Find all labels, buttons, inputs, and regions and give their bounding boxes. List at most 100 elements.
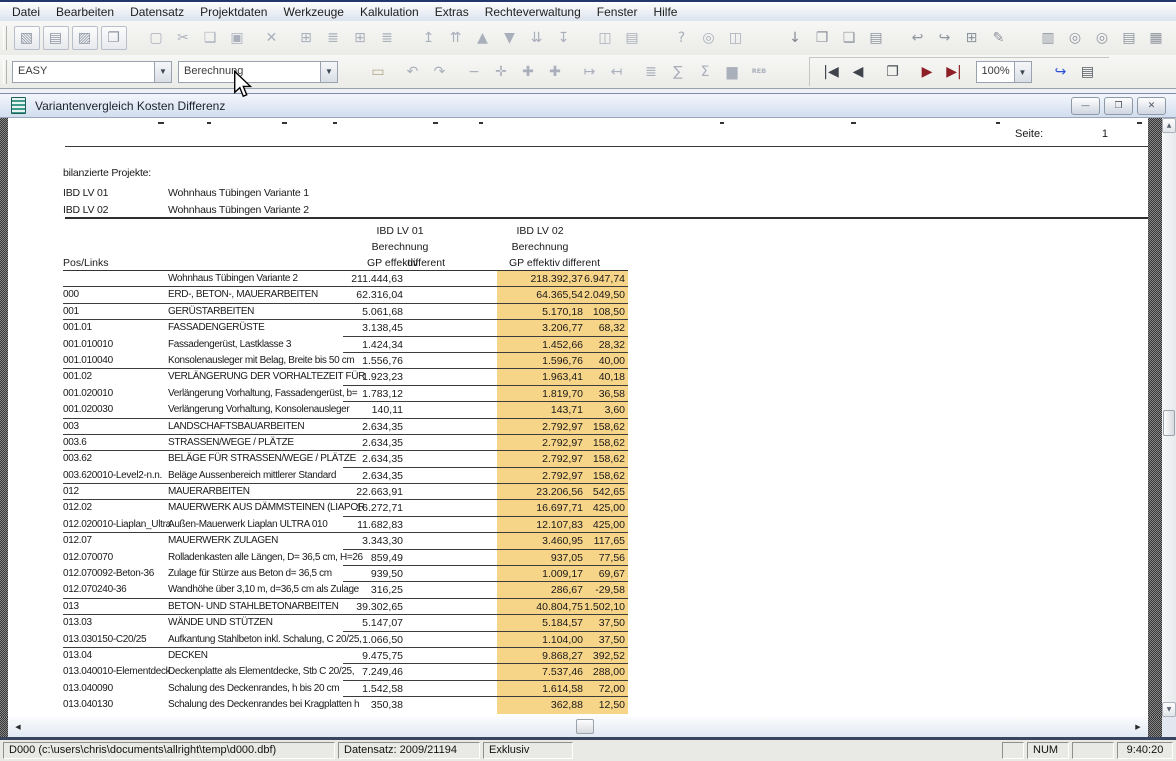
close-button[interactable]: ✕ <box>1137 97 1166 115</box>
menu-item-datensatz[interactable]: Datensatz <box>122 5 192 19</box>
corner-hatch-left <box>0 717 8 737</box>
picture-export-icon[interactable]: ▧ <box>14 26 40 50</box>
tree-structure-icon[interactable]: ≣ <box>375 27 399 49</box>
open-folder-icon[interactable]: ▭ <box>366 61 390 83</box>
sum-icon[interactable]: Σ <box>693 61 717 83</box>
zoom-combobox[interactable]: 100% ▼ <box>976 61 1032 83</box>
print-icon[interactable]: ▤ <box>620 27 644 49</box>
menu-item-kalkulation[interactable]: Kalkulation <box>352 5 427 19</box>
doc-search-icon[interactable]: ◎ <box>1063 27 1087 49</box>
row-different-lv02: 425,00 <box>545 517 625 533</box>
new-document-icon[interactable]: ▢ <box>144 27 168 49</box>
scroll-right-icon[interactable]: ▶ <box>1130 719 1146 735</box>
nav-prev-icon[interactable]: ◀ <box>846 61 870 83</box>
tree-outline-icon[interactable]: ≣ <box>321 27 345 49</box>
delete-icon[interactable]: ✕ <box>260 27 284 49</box>
insert-sub-icon[interactable]: ✚ <box>543 61 567 83</box>
project-books-icon[interactable]: ❐ <box>101 26 127 50</box>
move-last-icon[interactable]: ↧ <box>552 27 576 49</box>
column-header-diff1: different <box>385 257 445 269</box>
row-gp-effektiv-lv01: 350,38 <box>303 697 403 713</box>
window-view-icon[interactable]: ◫ <box>593 27 617 49</box>
search-icon[interactable]: ◎ <box>697 27 721 49</box>
row-pos: 001 <box>63 304 79 320</box>
picture-icon[interactable]: ▨ <box>72 26 98 50</box>
reb-icon[interactable]: REB <box>747 61 771 83</box>
help-icon[interactable]: ? <box>670 27 694 49</box>
promote-icon[interactable]: ↤ <box>605 61 629 83</box>
doc-table-icon[interactable]: ▦ <box>1144 27 1168 49</box>
copy-record-icon[interactable]: ❐ <box>881 61 905 83</box>
scroll-up-icon[interactable]: ▲ <box>1162 118 1176 133</box>
toolbar-grip[interactable] <box>3 26 7 50</box>
menu-item-extras[interactable]: Extras <box>427 5 477 19</box>
chevron-down-icon[interactable]: ▼ <box>154 62 171 82</box>
toolbar-grip-2[interactable] <box>3 60 7 84</box>
menu-item-fenster[interactable]: Fenster <box>589 5 646 19</box>
report-notes-icon[interactable]: ▤ <box>43 26 69 50</box>
insert-icon[interactable]: ✚ <box>516 61 540 83</box>
restore-button[interactable]: ❐ <box>1104 97 1133 115</box>
doc-search-2-icon[interactable]: ◎ <box>1090 27 1114 49</box>
tree-insert-above-icon[interactable]: ⊞ <box>294 27 318 49</box>
move-up-fast-icon[interactable]: ⇈ <box>444 27 468 49</box>
document-titlebar[interactable]: Variantenvergleich Kosten Differenz —❐✕ <box>0 94 1176 118</box>
zoom-combobox-value[interactable]: 100% <box>977 62 1014 82</box>
horizontal-scrollbar[interactable]: ◀ ▶ <box>8 717 1148 737</box>
row-pos: 013.030150-C20/25 <box>63 632 146 648</box>
doc-search-3-icon[interactable]: ◎ <box>1171 27 1176 49</box>
vertical-scrollbar-thumb[interactable] <box>1163 410 1175 436</box>
menu-item-hilfe[interactable]: Hilfe <box>645 5 685 19</box>
columns-icon[interactable]: ◫ <box>724 27 748 49</box>
view-combobox[interactable]: Berechnung ▼ <box>178 61 338 83</box>
cut-icon[interactable]: ✂ <box>171 27 195 49</box>
menu-item-projektdaten[interactable]: Projektdaten <box>192 5 275 19</box>
import-icon[interactable]: ↓ <box>783 27 807 49</box>
move-first-icon[interactable]: ↥ <box>417 27 441 49</box>
nav-play-icon[interactable]: ▶ <box>915 61 939 83</box>
sum-list-icon[interactable]: ∑ <box>666 61 690 83</box>
chevron-down-icon[interactable]: ▼ <box>320 62 337 82</box>
chart-icon[interactable]: ▆ <box>720 61 744 83</box>
copy-icon[interactable]: ❏ <box>198 27 222 49</box>
catalog-edit-icon[interactable]: ❏ <box>837 27 861 49</box>
tile-windows-icon[interactable]: ⊞ <box>960 27 984 49</box>
doc-check-icon[interactable]: ▥ <box>1036 27 1060 49</box>
move-down-fast-icon[interactable]: ⇊ <box>525 27 549 49</box>
print-report-icon[interactable]: ▤ <box>1076 61 1100 83</box>
row-gp-effektiv-lv01: 39.302,65 <box>303 599 403 615</box>
paste-icon[interactable]: ▣ <box>225 27 249 49</box>
row-pos: 001.010040 <box>63 353 113 369</box>
pin-icon[interactable]: ✎ <box>987 27 1011 49</box>
horizontal-scrollbar-thumb[interactable] <box>576 719 594 734</box>
menu-item-datei[interactable]: Datei <box>4 5 48 19</box>
undo-icon[interactable]: ↶ <box>401 61 425 83</box>
row-gp-effektiv-lv01: 2.634,35 <box>303 419 403 435</box>
menu-item-werkzeuge[interactable]: Werkzeuge <box>275 5 351 19</box>
scroll-down-icon[interactable]: ▼ <box>1162 702 1176 717</box>
move-down-icon[interactable]: ▼ <box>498 27 522 49</box>
list-icon[interactable]: ≣ <box>639 61 663 83</box>
catalog-write-icon[interactable]: ▤ <box>864 27 888 49</box>
link-forward-icon[interactable]: ↪ <box>933 27 957 49</box>
catalog-icon[interactable]: ❐ <box>810 27 834 49</box>
doc-export-icon[interactable]: ▤ <box>1117 27 1141 49</box>
project-combobox-value[interactable]: EASY <box>13 62 154 82</box>
nav-last-icon[interactable]: ▶| <box>942 61 966 83</box>
menu-item-bearbeiten[interactable]: Bearbeiten <box>48 5 122 19</box>
insert-above-icon[interactable]: ✛ <box>489 61 513 83</box>
menu-item-rechteverwaltung[interactable]: Rechteverwaltung <box>477 5 589 19</box>
exit-icon[interactable]: ↪ <box>1049 61 1073 83</box>
chevron-down-icon[interactable]: ▼ <box>1014 62 1031 82</box>
demote-icon[interactable]: ↦ <box>578 61 602 83</box>
redo-icon[interactable]: ↷ <box>428 61 452 83</box>
move-up-icon[interactable]: ▲ <box>471 27 495 49</box>
project-combobox[interactable]: EASY ▼ <box>12 61 172 83</box>
minimize-button[interactable]: — <box>1071 97 1100 115</box>
row-gp-effektiv-lv01: 5.061,68 <box>303 304 403 320</box>
scroll-left-icon[interactable]: ◀ <box>10 719 26 735</box>
tree-insert-below-icon[interactable]: ⊞ <box>348 27 372 49</box>
nav-first-icon[interactable]: |◀ <box>819 61 843 83</box>
remove-row-icon[interactable]: − <box>462 61 486 83</box>
link-back-icon[interactable]: ↩ <box>906 27 930 49</box>
